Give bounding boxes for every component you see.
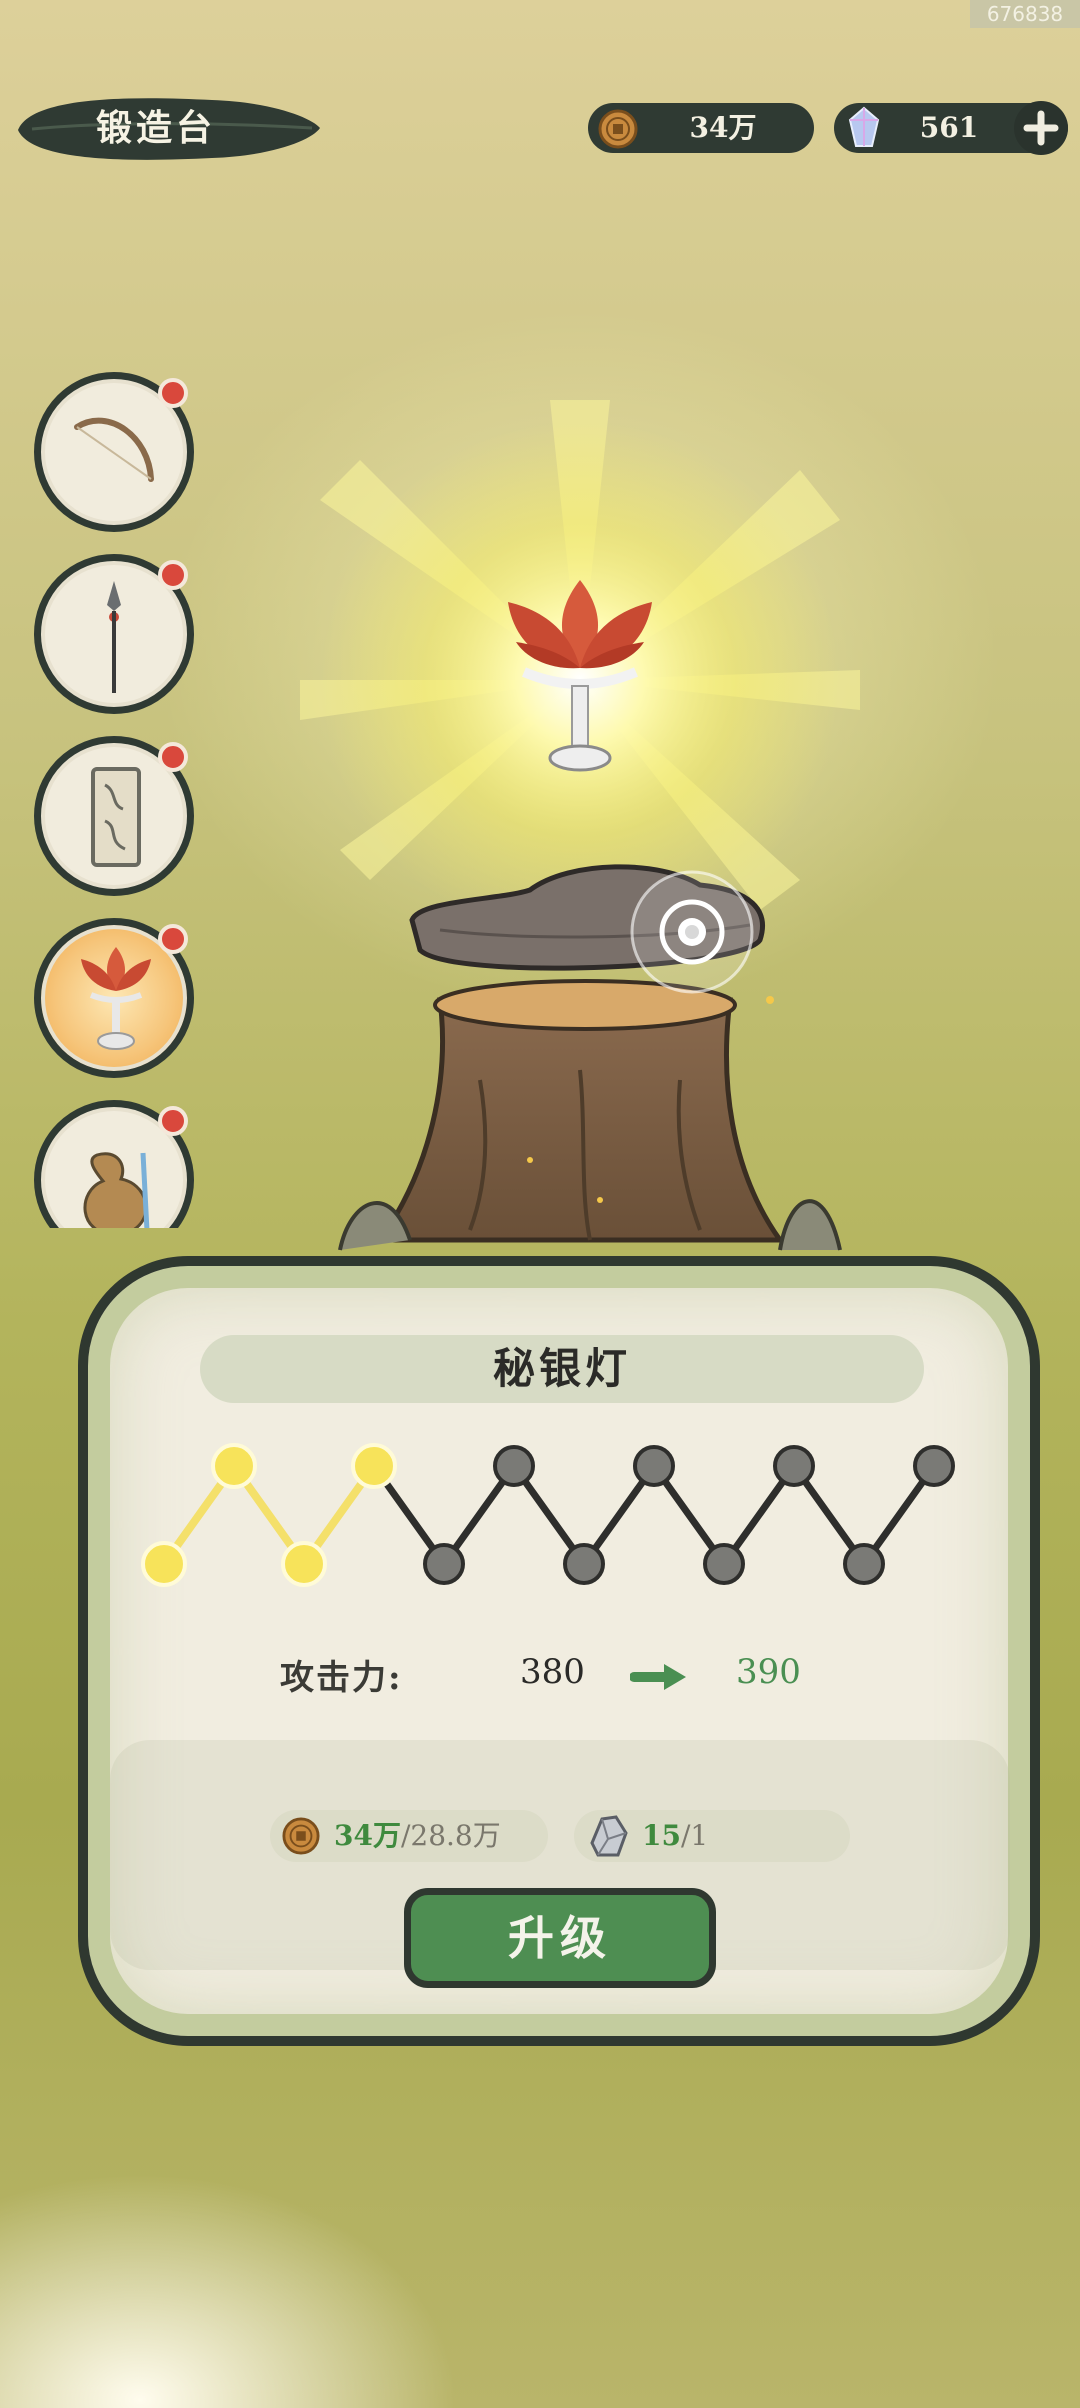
notification-dot [158,560,188,590]
coin-cost-need: /28.8万 [400,1819,501,1852]
level-node [423,1543,465,1585]
bow-icon [74,417,154,482]
add-gems-button[interactable] [1014,101,1068,155]
tree-stump [375,997,785,1243]
coin-cost: 34万/28.8万 [270,1810,548,1862]
plus-icon [1023,110,1059,146]
level-node-lit [211,1443,257,1489]
level-node-lit [141,1541,187,1587]
notification-dot [158,1106,188,1136]
level-node [913,1445,955,1487]
gem-amount: 561 [919,111,979,144]
stat-next-value: 390 [736,1652,801,1692]
level-node-lit [281,1541,327,1587]
level-node [563,1543,605,1585]
ore-cost-need: /1 [680,1819,709,1852]
target-marker-icon [630,870,754,994]
lotus-lamp-icon [81,947,151,1050]
gem-counter[interactable]: 561 [834,101,1068,155]
ore-cost-have: 15 [642,1819,681,1852]
coin-icon [282,1817,320,1859]
coin-amount: 34万 [689,111,757,144]
stat-label: 攻击力: [280,1658,403,1698]
spear-icon [107,581,121,693]
level-node [703,1543,745,1585]
ore-icon [586,1813,630,1863]
item-name: 秘银灯 [492,1344,631,1393]
notification-dot [158,924,188,954]
coin-cost-have: 34万 [334,1819,401,1852]
upgrade-button-label[interactable]: 升级 [404,1888,716,1988]
level-node [633,1445,675,1487]
level-track [141,1443,955,1587]
stat-current-value: 380 [520,1652,585,1692]
coin-counter[interactable]: 34万 [588,103,814,153]
build-id-label: 676838 [970,0,1080,28]
arrow-right-icon [630,1664,686,1690]
talisman-icon [91,767,141,867]
notification-dot [158,742,188,772]
level-node [843,1543,885,1585]
notification-dot [158,378,188,408]
ore-cost: 15/1 [574,1810,850,1862]
forge-scene [300,400,860,1251]
level-node [773,1445,815,1487]
page-title: 锻造台 [95,107,216,149]
level-node [493,1445,535,1487]
level-node-lit [351,1443,397,1489]
gourd-icon [83,1152,150,1228]
coin-icon [598,109,638,153]
gem-icon [846,106,882,154]
